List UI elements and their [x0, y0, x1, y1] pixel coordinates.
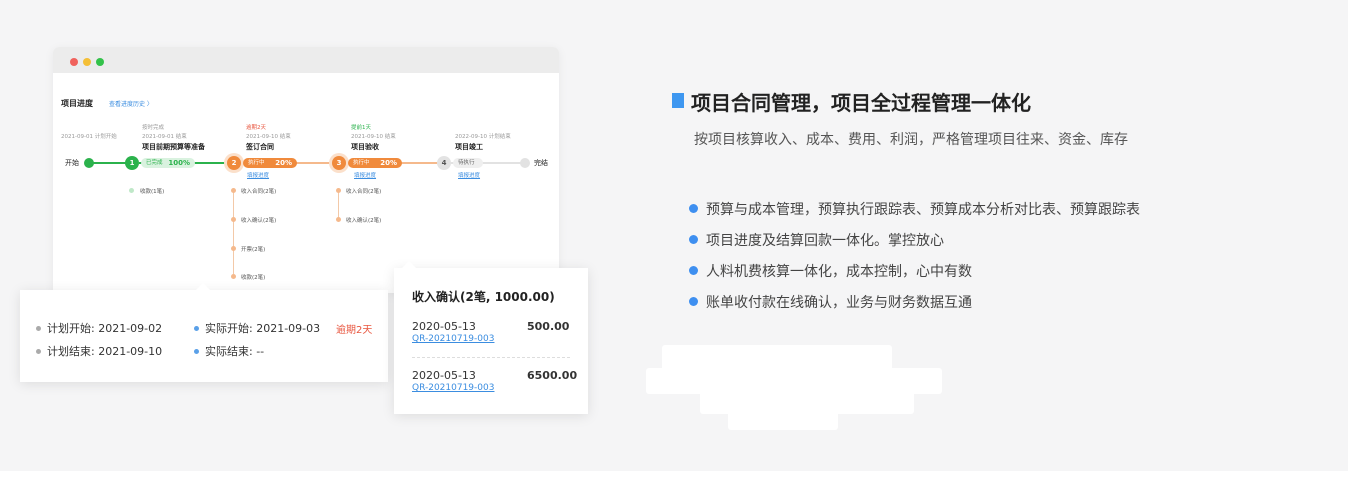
stage-2-item-3[interactable]: 收款(2笔)	[241, 273, 265, 281]
start-node-icon	[84, 158, 94, 168]
stage-1-item-0[interactable]: 收款(1笔)	[140, 187, 164, 195]
stage-3-name: 项目验收	[351, 143, 379, 151]
actual-end: 实际结束: --	[194, 343, 264, 359]
plan-end: 计划结束: 2021-09-10	[36, 343, 162, 359]
stage-1-item-dot	[129, 188, 134, 193]
receipt-0-code[interactable]: QR-20210719-003	[412, 334, 494, 344]
receipt-0-date: 2020-05-13	[412, 320, 476, 333]
stage-2-item-2-dot	[231, 246, 236, 251]
stage-1-node[interactable]: 1	[125, 156, 139, 170]
section-description: 按项目核算收入、成本、费用、利润，严格管理项目往来、资金、库存	[694, 132, 1128, 148]
stage-2-pill: 执行中 20%	[243, 158, 297, 168]
stage-2-name: 签订合同	[246, 143, 274, 151]
stage-3-pill-percent: 20%	[380, 159, 397, 167]
receipt-divider	[412, 357, 570, 358]
stage-1-pill-percent: 100%	[168, 159, 190, 167]
stage-3-item-1[interactable]: 收入确认(2笔)	[346, 216, 381, 224]
stage-2-item-3-dot	[231, 274, 236, 279]
stage-4-pill: 待执行	[453, 158, 483, 168]
window-titlebar	[53, 47, 559, 73]
stage-4-name: 项目竣工	[455, 143, 483, 151]
stage-4-report-link[interactable]: 填报进度	[458, 171, 480, 179]
end-node-icon	[520, 158, 530, 168]
plan-card-arrow	[196, 283, 210, 290]
project-progress-window: 项目进度 查看进度历史 〉 2021-09-01 计划开始 按时完成 2021-…	[53, 47, 559, 293]
receipt-1-code[interactable]: QR-20210719-003	[412, 383, 494, 393]
stage-2-status-tag: 逾期2天	[246, 125, 266, 131]
decorative-blob	[728, 410, 838, 430]
stage-2-connector	[233, 192, 234, 274]
feature-item: 预算与成本管理，预算执行跟踪表、预算成本分析对比表、预算跟踪表	[689, 199, 1140, 219]
stage-3-item-1-dot	[336, 217, 341, 222]
feature-item: 账单收付款在线确认，业务与财务数据互通	[689, 292, 972, 312]
progress-title: 项目进度	[61, 99, 93, 108]
bullet-dot-icon	[689, 203, 698, 213]
timeline-end-label: 完结	[534, 159, 548, 167]
section-heading: 项目合同管理，项目全过程管理一体化	[691, 91, 1031, 115]
minimize-window-icon[interactable]	[83, 58, 91, 66]
bullet-dot-icon	[689, 265, 698, 275]
heading-accent-bar	[672, 93, 684, 108]
progress-history-link[interactable]: 查看进度历史 〉	[109, 99, 153, 108]
plan-detail-card: 计划开始: 2021-09-02 计划结束: 2021-09-10 实际开始: …	[20, 283, 388, 382]
receipt-0-amount: 500.00	[527, 320, 570, 333]
stage-1-pill-status: 已完成	[146, 160, 163, 166]
stage-2-node[interactable]: 2	[227, 156, 241, 170]
stage-4-date: 2022-09-10 计划结束	[455, 134, 511, 140]
stage-3-node[interactable]: 3	[332, 156, 346, 170]
stage-2-pill-percent: 20%	[275, 159, 292, 167]
stage-1-date: 2021-09-01 结束	[142, 134, 187, 140]
stage-3-pill-status: 执行中	[353, 160, 370, 166]
maximize-window-icon[interactable]	[96, 58, 104, 66]
stage-2-item-2[interactable]: 开票(2笔)	[241, 245, 265, 253]
actual-start: 实际开始: 2021-09-03	[194, 320, 320, 336]
stage-1-name: 项目前期预算等准备	[142, 143, 205, 151]
bullet-dot-icon	[689, 234, 698, 244]
receipt-confirm-card: 收入确认(2笔, 1000.00) 2020-05-13 500.00 QR-2…	[394, 261, 588, 414]
stage-3-item-0[interactable]: 收入合同(2笔)	[346, 187, 381, 195]
stage-1-pill: 已完成 100%	[141, 158, 195, 168]
feature-item: 项目进度及结算回款一体化。掌控放心	[689, 230, 944, 250]
stage-3-item-0-dot	[336, 188, 341, 193]
stage-2-item-1[interactable]: 收入确认(2笔)	[241, 216, 276, 224]
stage-2-date: 2021-09-10 结束	[246, 134, 291, 140]
stage-2-report-link[interactable]: 填报进度	[247, 171, 269, 179]
bullet-dot-icon	[689, 296, 698, 306]
stage-3-date: 2021-09-10 结束	[351, 134, 396, 140]
receipt-1-amount: 6500.00	[527, 369, 578, 382]
receipt-1-date: 2020-05-13	[412, 369, 476, 382]
receipt-card-title: 收入确认(2笔, 1000.00)	[412, 290, 555, 304]
close-window-icon[interactable]	[70, 58, 78, 66]
stage-2-pill-status: 执行中	[248, 160, 265, 166]
overdue-badge: 逾期2天	[336, 325, 373, 336]
stage-3-report-link[interactable]: 填报进度	[354, 171, 376, 179]
start-date: 2021-09-01 计划开始	[61, 134, 117, 140]
stage-3-pill: 执行中 20%	[348, 158, 402, 168]
receipt-card-arrow	[402, 261, 416, 268]
stage-3-status-tag: 提前1天	[351, 125, 371, 131]
stage-2-item-1-dot	[231, 217, 236, 222]
plan-start: 计划开始: 2021-09-02	[36, 320, 162, 336]
timeline-start-label: 开始	[65, 159, 79, 167]
stage-2-item-0-dot	[231, 188, 236, 193]
feature-item: 人料机费核算一体化，成本控制，心中有数	[689, 261, 972, 281]
stage-2-item-0[interactable]: 收入合同(2笔)	[241, 187, 276, 195]
stage-1-status-tag: 按时完成	[142, 125, 165, 131]
stage-4-node[interactable]: 4	[437, 156, 451, 170]
